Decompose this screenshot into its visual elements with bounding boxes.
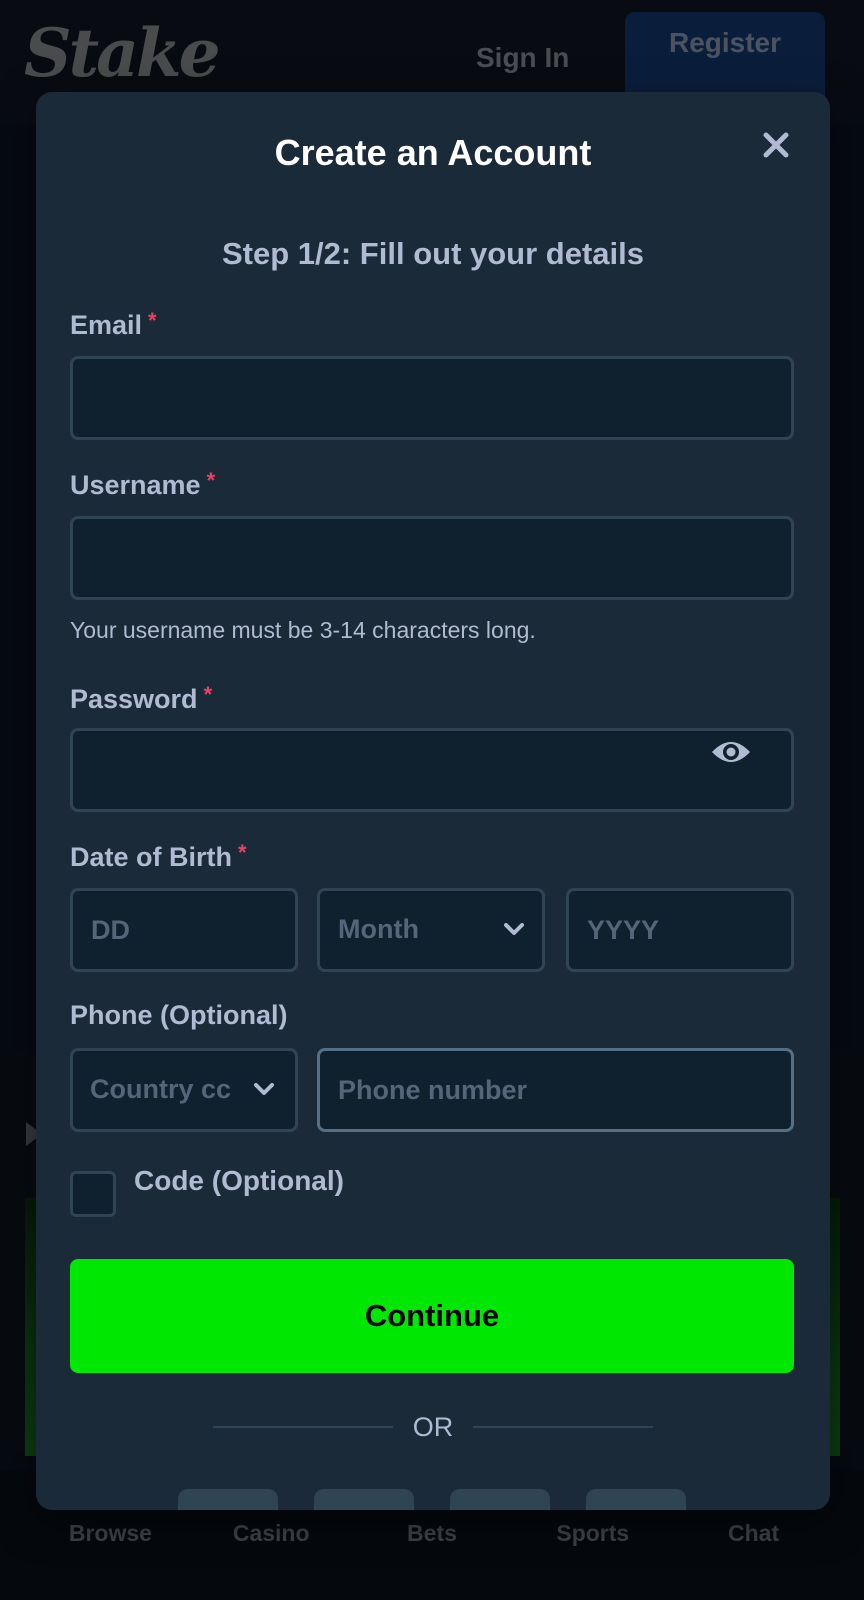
code-checkbox-label[interactable]: Code (Optional) <box>134 1165 344 1197</box>
email-input[interactable] <box>70 356 794 440</box>
password-label: Password * <box>70 682 213 715</box>
social-login-button-3[interactable] <box>450 1489 550 1510</box>
divider-line <box>212 1426 393 1428</box>
dob-label-text: Date of Birth <box>70 842 232 872</box>
phone-number-input[interactable] <box>317 1048 794 1132</box>
username-label-text: Username <box>70 470 201 500</box>
create-account-modal: Create an Account Step 1/2: Fill out you… <box>36 92 830 1510</box>
required-marker: * <box>148 308 157 333</box>
or-text: OR <box>412 1411 454 1442</box>
username-input[interactable] <box>70 516 794 600</box>
password-label-text: Password <box>70 684 198 714</box>
social-login-button-2[interactable] <box>314 1489 414 1510</box>
email-label-text: Email <box>70 310 143 340</box>
phone-label: Phone (Optional) <box>70 1000 287 1031</box>
sign-in-button[interactable]: Sign In <box>476 42 569 74</box>
dob-day-input[interactable] <box>70 888 298 972</box>
or-divider: OR <box>36 1412 830 1442</box>
nav-label: Browse <box>68 1520 152 1546</box>
nav-label: Chat <box>728 1520 780 1546</box>
toggle-password-visibility-button[interactable] <box>708 735 754 771</box>
close-button[interactable] <box>758 128 794 164</box>
continue-button[interactable]: Continue <box>70 1259 794 1373</box>
dob-label: Date of Birth * <box>70 840 247 873</box>
password-input[interactable] <box>70 728 794 812</box>
code-checkbox[interactable] <box>70 1171 116 1217</box>
divider-line <box>473 1426 654 1428</box>
social-login-button-1[interactable] <box>178 1489 278 1510</box>
required-marker: * <box>203 682 213 707</box>
dob-year-input[interactable] <box>566 888 794 972</box>
nav-label: Sports <box>556 1520 630 1546</box>
required-marker: * <box>206 468 216 493</box>
stake-logo[interactable]: Stake <box>24 14 221 92</box>
dob-month-select[interactable] <box>317 888 545 972</box>
required-marker: * <box>238 840 247 865</box>
nav-label: Casino <box>232 1520 310 1546</box>
social-login-button-4[interactable] <box>586 1489 686 1510</box>
country-code-select[interactable] <box>70 1048 298 1132</box>
nav-label: Bets <box>407 1520 457 1546</box>
phone-label-text: Phone (Optional) <box>70 1000 288 1030</box>
step-indicator: Step 1/2: Fill out your details <box>221 236 644 271</box>
modal-title: Create an Account <box>274 132 592 173</box>
email-label: Email * <box>70 308 157 341</box>
username-hint: Your username must be 3-14 characters lo… <box>70 617 536 643</box>
username-label: Username * <box>70 468 216 501</box>
eye-icon <box>710 738 752 769</box>
close-icon <box>763 132 789 161</box>
